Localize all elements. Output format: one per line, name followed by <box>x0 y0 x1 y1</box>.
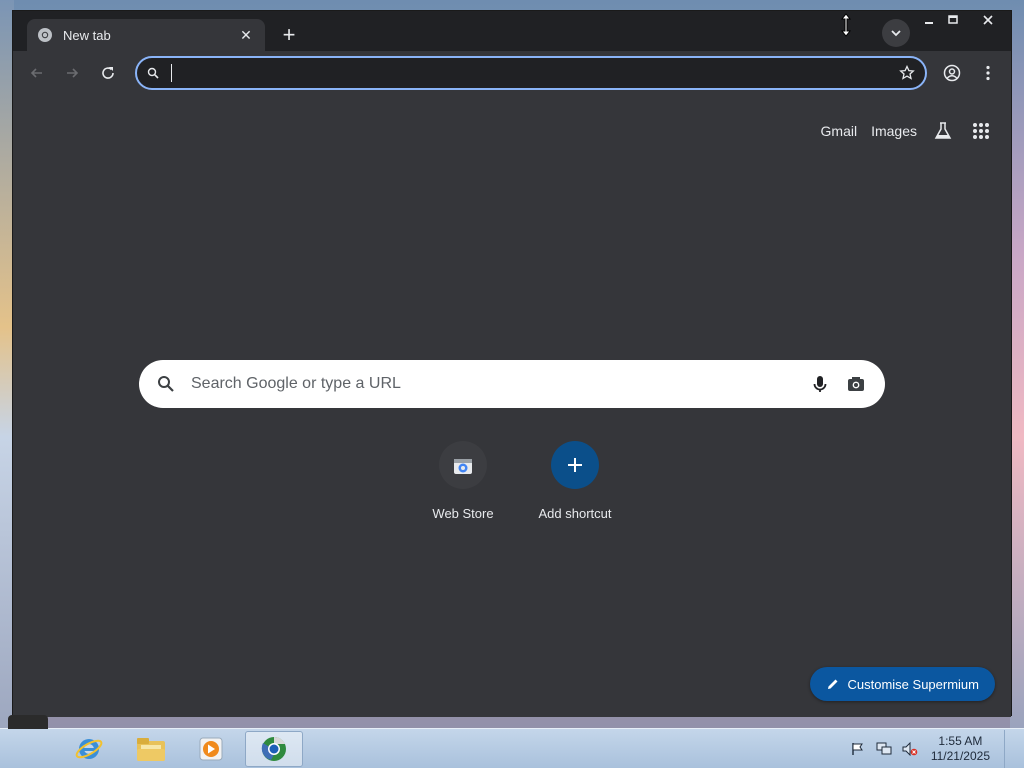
maximize-button[interactable] <box>941 11 965 29</box>
network-icon[interactable] <box>875 740 893 758</box>
shortcut-label: Web Store <box>432 506 494 521</box>
customise-label: Customise Supermium <box>847 676 980 692</box>
shortcut-label: Add shortcut <box>538 506 612 521</box>
profile-button[interactable] <box>938 59 966 87</box>
apps-button[interactable] <box>969 119 993 143</box>
web-store-tile <box>439 441 487 489</box>
chrome-favicon-icon <box>37 27 53 43</box>
gmail-link[interactable]: Gmail <box>821 123 858 139</box>
taskbar-internet-explorer[interactable] <box>60 731 118 767</box>
reload-button[interactable] <box>94 59 122 87</box>
new-tab-page: Gmail Images Search Google or type a URL <box>13 95 1011 717</box>
shortcuts-row: Web Store Add shortcut <box>411 441 627 521</box>
menu-button[interactable] <box>974 59 1002 87</box>
taskbar-clock[interactable]: 1:55 AM 11/21/2025 <box>931 734 990 764</box>
flask-icon <box>934 122 952 139</box>
plus-icon <box>568 458 582 472</box>
arrow-left-icon <box>30 68 42 78</box>
star-bookmark-icon[interactable] <box>899 65 915 81</box>
start-button-edge[interactable] <box>8 715 48 729</box>
account-circle-icon <box>943 64 961 82</box>
top-links: Gmail Images <box>821 119 993 143</box>
clock-date: 11/21/2025 <box>930 749 990 763</box>
browser-toolbar <box>13 51 1011 95</box>
pencil-icon <box>827 679 837 689</box>
clock-time: 1:55 AM <box>938 734 983 748</box>
browser-icon <box>261 736 286 761</box>
forward-button[interactable] <box>58 59 86 87</box>
system-tray: 1:55 AM 11/21/2025 <box>849 729 1016 768</box>
maximize-icon <box>948 15 958 24</box>
add-shortcut-tile <box>551 441 599 489</box>
desktop-wallpaper-right <box>1010 0 1024 728</box>
shortcut-add[interactable]: Add shortcut <box>523 441 627 521</box>
images-link[interactable]: Images <box>871 123 917 139</box>
browser-window: New tab ✕ + Gmail Images Search Google o… <box>12 10 1012 717</box>
tab-close-icon[interactable]: ✕ <box>237 26 255 44</box>
taskbar-file-explorer[interactable] <box>122 731 180 767</box>
google-search-box[interactable]: Search Google or type a URL <box>139 360 885 408</box>
new-tab-button[interactable]: + <box>275 21 303 49</box>
address-bar[interactable] <box>135 56 927 90</box>
more-vert-icon <box>986 65 990 81</box>
camera-lens-icon[interactable] <box>845 373 867 395</box>
web-store-icon <box>454 459 472 474</box>
microphone-icon[interactable] <box>809 373 831 395</box>
taskbar-media-player[interactable] <box>182 731 240 767</box>
action-center-flag-icon[interactable] <box>849 740 867 758</box>
search-icon <box>158 376 174 392</box>
tab-strip: New tab ✕ + <box>13 11 1011 51</box>
taskbar-browser[interactable] <box>245 731 303 767</box>
tab-title: New tab <box>63 27 111 43</box>
labs-button[interactable] <box>931 119 955 143</box>
apps-grid-icon <box>973 123 989 139</box>
file-explorer-icon <box>137 738 165 761</box>
back-button[interactable] <box>23 59 51 87</box>
show-desktop-button[interactable] <box>1004 730 1016 768</box>
customise-button[interactable]: Customise Supermium <box>809 667 995 701</box>
media-player-icon <box>199 737 223 761</box>
address-input[interactable] <box>171 64 899 82</box>
arrow-right-icon <box>67 68 79 78</box>
volume-muted-icon[interactable] <box>901 740 919 758</box>
close-window-button[interactable] <box>965 11 1011 29</box>
search-icon <box>147 67 159 79</box>
minimize-icon <box>925 22 933 24</box>
tab-new-tab[interactable]: New tab ✕ <box>27 19 265 51</box>
reload-icon <box>102 67 114 79</box>
close-icon <box>983 15 993 25</box>
search-placeholder: Search Google or type a URL <box>191 375 401 392</box>
shortcut-web-store[interactable]: Web Store <box>411 441 515 521</box>
window-controls <box>917 11 1011 31</box>
internet-explorer-icon <box>75 739 103 759</box>
minimize-button[interactable] <box>917 11 941 29</box>
resize-cursor-icon <box>840 13 852 37</box>
chevron-down-icon <box>891 30 901 37</box>
tab-search-button[interactable] <box>882 19 910 47</box>
windows-taskbar: 1:55 AM 11/21/2025 <box>0 715 1024 768</box>
